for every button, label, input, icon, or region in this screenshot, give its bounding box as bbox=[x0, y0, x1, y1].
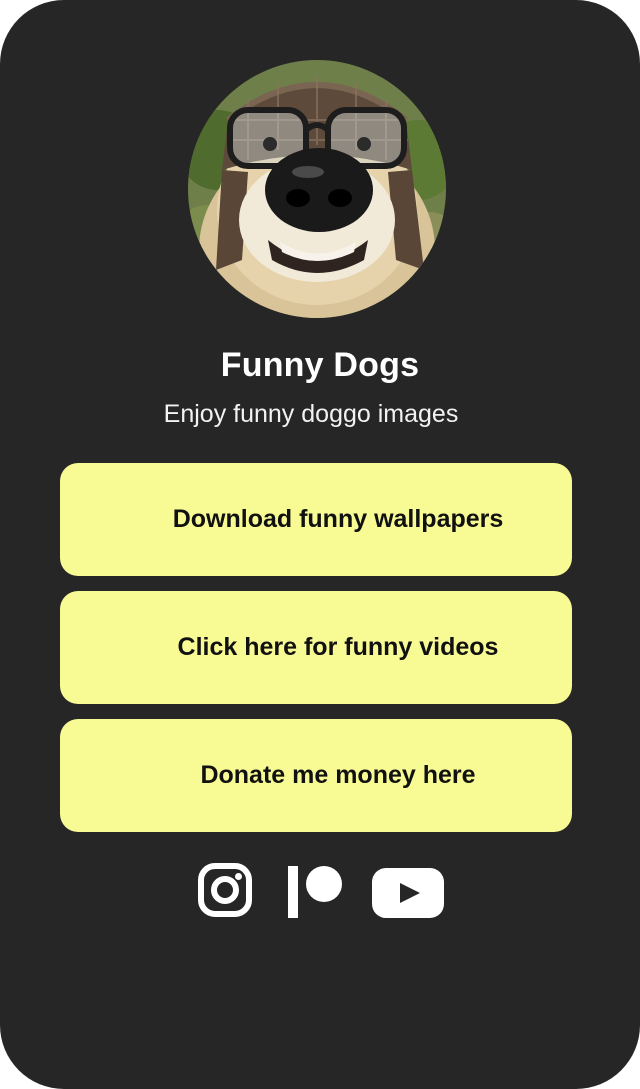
funny-videos-button[interactable]: Click here for funny videos bbox=[60, 591, 572, 704]
social-links bbox=[0, 860, 640, 920]
youtube-icon[interactable] bbox=[372, 868, 444, 918]
donate-label: Donate me money here bbox=[200, 761, 476, 789]
profile-tagline: Enjoy funny doggo images bbox=[163, 400, 459, 428]
patreon-icon[interactable] bbox=[286, 866, 344, 918]
dog-photo bbox=[188, 60, 446, 318]
funny-videos-label: Click here for funny videos bbox=[177, 633, 499, 661]
download-wallpapers-label: Download funny wallpapers bbox=[172, 505, 504, 533]
donate-button[interactable]: Donate me money here bbox=[60, 719, 572, 832]
avatar bbox=[188, 60, 446, 318]
profile-card: Funny Dogs Enjoy funny doggo images Down… bbox=[0, 0, 640, 1089]
instagram-icon[interactable] bbox=[197, 862, 253, 918]
download-wallpapers-button[interactable]: Download funny wallpapers bbox=[60, 463, 572, 576]
profile-name: Funny Dogs bbox=[220, 346, 420, 384]
